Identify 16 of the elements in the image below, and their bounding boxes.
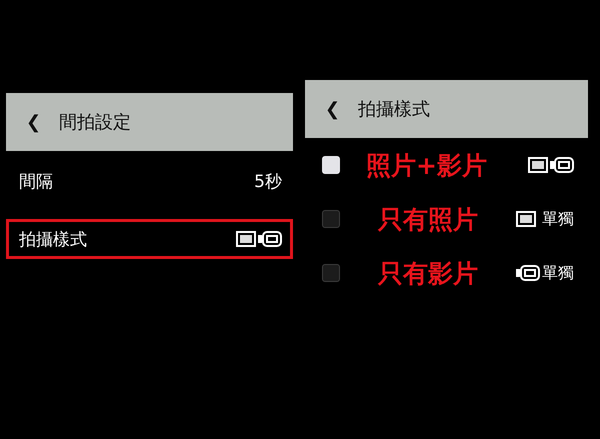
annotation-text: 只有照片 <box>378 204 478 236</box>
selection-marker[interactable] <box>322 210 340 228</box>
annotation-text: 只有影片 <box>378 258 478 290</box>
back-button[interactable]: ❮ <box>26 112 42 132</box>
photo-video-icon <box>528 157 574 173</box>
screen-title: 間拍設定 <box>59 111 132 134</box>
annotation-text: 照片+影片 <box>366 150 487 182</box>
back-button[interactable]: ❮ <box>325 98 340 120</box>
menu-item[interactable]: 拍攝樣式 <box>6 219 293 259</box>
screen-title: 拍攝樣式 <box>358 98 430 121</box>
photo-video-icon <box>236 231 282 247</box>
selection-marker[interactable] <box>322 264 340 282</box>
option-label: 單獨 <box>542 208 574 230</box>
option-label: 單獨 <box>542 262 574 284</box>
menu-item[interactable]: 間隔 5秒 <box>6 161 293 201</box>
video-camera-icon <box>516 265 540 281</box>
